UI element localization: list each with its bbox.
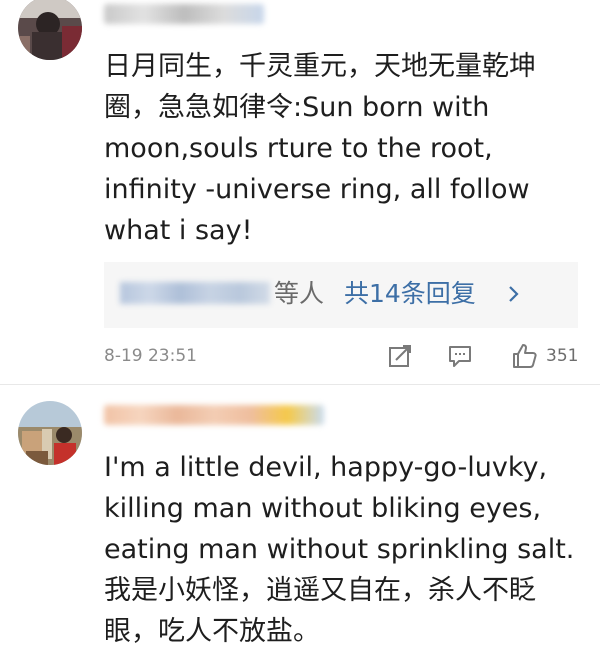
comment-meta: 8-19 23:51 351 xyxy=(104,342,580,372)
chevron-right-icon xyxy=(509,286,519,302)
replies-summary[interactable]: 等人 共14条回复 xyxy=(104,262,578,328)
like-count: 351 xyxy=(546,346,579,366)
share-icon[interactable] xyxy=(386,342,414,370)
username-blurred[interactable] xyxy=(104,4,264,24)
avatar[interactable] xyxy=(18,0,82,60)
comment-icon[interactable] xyxy=(446,342,474,370)
comment-item: I'm a little devil, happy-go-luvky, kill… xyxy=(0,385,600,664)
reply-usernames-blurred xyxy=(120,282,270,304)
username-blurred[interactable] xyxy=(104,405,324,425)
comment-text: I'm a little devil, happy-go-luvky, kill… xyxy=(104,452,575,647)
timestamp: 8-19 23:51 xyxy=(104,346,197,366)
replies-suffix: 等人 xyxy=(274,279,325,308)
comment-item: 日月同生，千灵重元，天地无量乾坤圈，急急如律令:Sun born with mo… xyxy=(0,0,600,384)
replies-count-link[interactable]: 共14条回复 xyxy=(344,278,476,310)
comment-text: 日月同生，千灵重元，天地无量乾坤圈，急急如律令:Sun born with mo… xyxy=(104,51,536,246)
avatar[interactable] xyxy=(18,401,82,465)
thumbs-up-icon[interactable] xyxy=(510,342,538,370)
